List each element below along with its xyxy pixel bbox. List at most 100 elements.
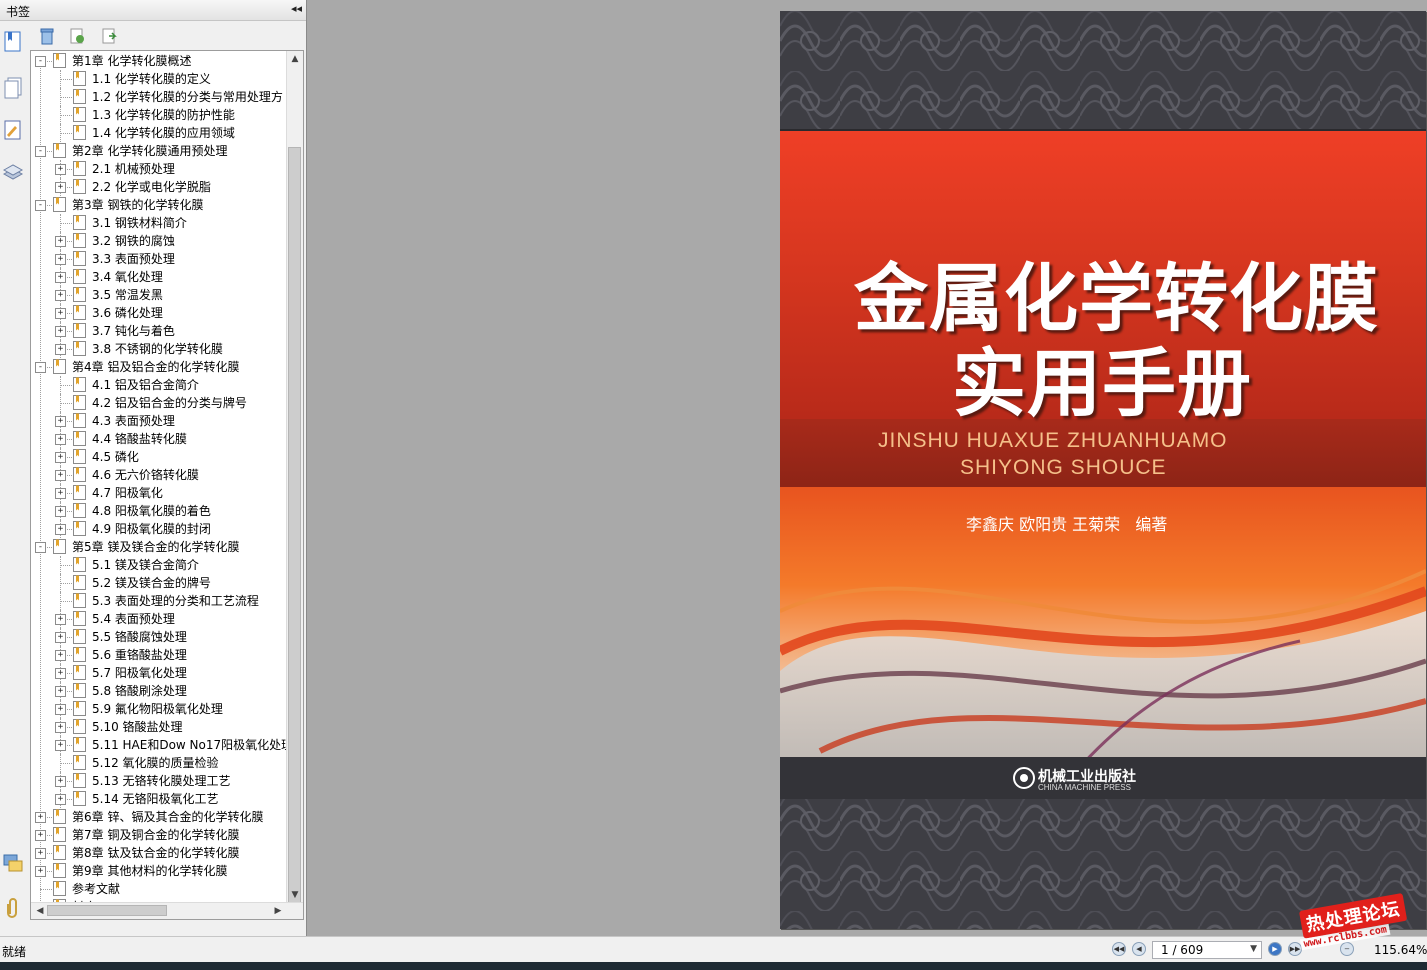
expand-node-icon[interactable]: + <box>55 326 66 337</box>
next-page-icon[interactable]: ▶ <box>1268 942 1282 956</box>
expand-node-icon[interactable]: + <box>55 290 66 301</box>
tree-horizontal-scroll-thumb[interactable] <box>47 905 167 916</box>
expand-node-icon[interactable]: + <box>55 416 66 427</box>
bookmark-section[interactable]: +2.1 机械预处理 <box>31 160 286 178</box>
expand-node-icon[interactable]: + <box>55 344 66 355</box>
bookmark-section[interactable]: +5.14 无铬阳极氧化工艺 <box>31 790 286 808</box>
signatures-panel-icon[interactable] <box>2 118 24 142</box>
page-number-field[interactable]: 1 / 609 ▼ <box>1152 941 1262 959</box>
scroll-up-arrow-icon[interactable]: ▲ <box>288 54 302 64</box>
expand-node-icon[interactable]: + <box>55 308 66 319</box>
tree-vertical-scroll-thumb[interactable] <box>288 147 301 903</box>
bookmark-section[interactable]: +3.4 氧化处理 <box>31 268 286 286</box>
page-dropdown-icon[interactable]: ▼ <box>1250 944 1257 954</box>
bookmark-section[interactable]: 5.12 氧化膜的质量检验 <box>31 754 286 772</box>
collapse-node-icon[interactable]: - <box>35 146 46 157</box>
bookmark-section[interactable]: +5.10 铬酸盐处理 <box>31 718 286 736</box>
expand-node-icon[interactable]: + <box>55 506 66 517</box>
bookmark-chapter[interactable]: + 第7章 铜及铜合金的化学转化膜 <box>31 826 286 844</box>
bookmark-section[interactable]: +3.8 不锈钢的化学转化膜 <box>31 340 286 358</box>
bookmark-section[interactable]: +4.4 铬酸盐转化膜 <box>31 430 286 448</box>
collapse-node-icon[interactable]: - <box>35 362 46 373</box>
collapse-node-icon[interactable]: - <box>35 542 46 553</box>
bookmark-section[interactable]: 4.1 铝及铝合金简介 <box>31 376 286 394</box>
bookmark-section[interactable]: +2.2 化学或电化学脱脂 <box>31 178 286 196</box>
expand-node-icon[interactable]: + <box>55 704 66 715</box>
bookmark-section[interactable]: 1.1 化学转化膜的定义 <box>31 70 286 88</box>
bookmark-section[interactable]: +3.6 磷化处理 <box>31 304 286 322</box>
new-bookmark-icon[interactable] <box>68 27 86 45</box>
tree-vertical-scrollbar[interactable]: ▲ ▼ <box>286 51 303 903</box>
collapse-pane-icon[interactable]: ◂◂ <box>291 2 302 15</box>
bookmark-section[interactable]: +3.2 钢铁的腐蚀 <box>31 232 286 250</box>
previous-page-icon[interactable]: ◀ <box>1132 942 1146 956</box>
bookmark-section[interactable]: +5.8 铬酸刷涂处理 <box>31 682 286 700</box>
collapse-node-icon[interactable]: - <box>35 56 46 67</box>
bookmark-section[interactable]: +5.9 氟化物阳极氧化处理 <box>31 700 286 718</box>
expand-node-icon[interactable]: + <box>55 182 66 193</box>
expand-node-icon[interactable]: + <box>55 434 66 445</box>
bookmark-section[interactable]: +5.11 HAE和Dow No17阳极氧化处理 <box>31 736 293 754</box>
expand-node-icon[interactable]: + <box>55 614 66 625</box>
bookmark-section[interactable]: +4.7 阳极氧化 <box>31 484 286 502</box>
expand-node-icon[interactable]: + <box>55 794 66 805</box>
bookmark-section[interactable]: +5.13 无铬转化膜处理工艺 <box>31 772 286 790</box>
attachments-panel-icon[interactable] <box>2 896 24 920</box>
bookmark-section[interactable]: +5.4 表面预处理 <box>31 610 286 628</box>
collapse-node-icon[interactable]: - <box>35 200 46 211</box>
expand-node-icon[interactable]: + <box>55 650 66 661</box>
expand-node-icon[interactable]: + <box>55 686 66 697</box>
scroll-down-arrow-icon[interactable]: ▼ <box>288 890 302 900</box>
bookmark-section[interactable]: +5.7 阳极氧化处理 <box>31 664 286 682</box>
expand-node-icon[interactable]: + <box>55 776 66 787</box>
expand-node-icon[interactable]: + <box>55 470 66 481</box>
expand-node-icon[interactable]: + <box>55 452 66 463</box>
expand-node-icon[interactable]: + <box>55 524 66 535</box>
bookmark-section[interactable]: +3.7 钝化与着色 <box>31 322 286 340</box>
bookmark-section[interactable]: 1.4 化学转化膜的应用领域 <box>31 124 286 142</box>
scroll-left-arrow-icon[interactable]: ◀ <box>33 906 47 916</box>
delete-bookmark-icon[interactable] <box>38 27 56 45</box>
expand-node-icon[interactable]: + <box>55 488 66 499</box>
bookmark-chapter[interactable]: 参考文献 <box>31 880 286 898</box>
expand-node-icon[interactable]: + <box>35 866 46 877</box>
bookmark-section[interactable]: 1.2 化学转化膜的分类与常用处理方 <box>31 88 286 106</box>
bookmark-chapter[interactable]: - 第5章 镁及镁合金的化学转化膜 <box>31 538 286 556</box>
bookmark-chapter[interactable]: + 第8章 钛及钛合金的化学转化膜 <box>31 844 286 862</box>
bookmark-section[interactable]: +4.9 阳极氧化膜的封闭 <box>31 520 286 538</box>
bookmark-section[interactable]: +4.8 阳极氧化膜的着色 <box>31 502 286 520</box>
expand-node-icon[interactable]: + <box>55 272 66 283</box>
expand-node-icon[interactable]: + <box>55 740 66 751</box>
bookmark-chapter[interactable]: - 第2章 化学转化膜通用预处理 <box>31 142 286 160</box>
bookmark-section[interactable]: 3.1 钢铁材料简介 <box>31 214 286 232</box>
comments-panel-icon[interactable] <box>2 852 24 876</box>
bookmark-section[interactable]: +5.5 铬酸腐蚀处理 <box>31 628 286 646</box>
expand-node-icon[interactable]: + <box>55 632 66 643</box>
expand-node-icon[interactable]: + <box>55 164 66 175</box>
expand-node-icon[interactable]: + <box>35 830 46 841</box>
bookmark-section[interactable]: +5.6 重铬酸盐处理 <box>31 646 286 664</box>
bookmark-section[interactable]: +4.6 无六价铬转化膜 <box>31 466 286 484</box>
bookmark-section[interactable]: 4.2 铝及铝合金的分类与牌号 <box>31 394 286 412</box>
bookmark-chapter[interactable]: - 第1章 化学转化膜概述 <box>31 52 286 70</box>
expand-bookmark-icon[interactable] <box>100 27 118 45</box>
expand-node-icon[interactable]: + <box>55 668 66 679</box>
bookmark-section[interactable]: 5.3 表面处理的分类和工艺流程 <box>31 592 286 610</box>
bookmark-section[interactable]: 5.2 镁及镁合金的牌号 <box>31 574 286 592</box>
bookmark-section[interactable]: +4.5 磷化 <box>31 448 286 466</box>
tree-horizontal-scrollbar[interactable]: ◀ ▶ <box>31 902 303 919</box>
bookmark-chapter[interactable]: - 第4章 铝及铝合金的化学转化膜 <box>31 358 286 376</box>
scroll-right-arrow-icon[interactable]: ▶ <box>271 906 285 916</box>
expand-node-icon[interactable]: + <box>55 236 66 247</box>
bookmark-section[interactable]: +3.3 表面预处理 <box>31 250 286 268</box>
expand-node-icon[interactable]: + <box>55 722 66 733</box>
expand-node-icon[interactable]: + <box>35 848 46 859</box>
expand-node-icon[interactable]: + <box>35 812 46 823</box>
expand-node-icon[interactable]: + <box>55 254 66 265</box>
bookmark-section[interactable]: +4.3 表面预处理 <box>31 412 286 430</box>
bookmark-section[interactable]: +3.5 常温发黑 <box>31 286 286 304</box>
bookmark-section[interactable]: 1.3 化学转化膜的防护性能 <box>31 106 286 124</box>
layers-panel-icon[interactable] <box>2 160 24 184</box>
bookmark-chapter[interactable]: - 第3章 钢铁的化学转化膜 <box>31 196 286 214</box>
pages-panel-icon[interactable] <box>2 76 24 100</box>
